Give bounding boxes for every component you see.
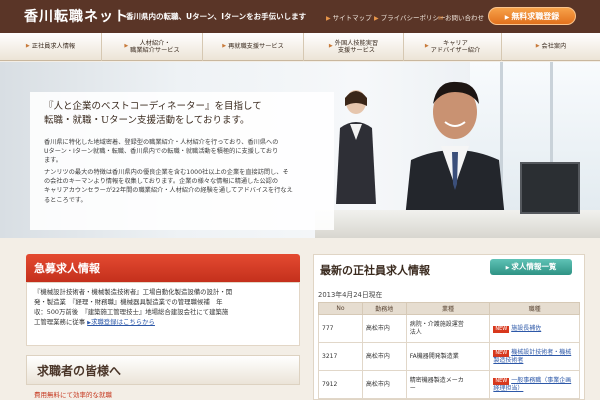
job-number: 7912 [318, 370, 363, 399]
job-location: 高松市内 [361, 342, 407, 371]
sitemap-link[interactable]: ▶ サイトマップ [326, 12, 372, 22]
privacy-policy-link[interactable]: ▶ プライバシーポリシー [374, 12, 446, 22]
background-woman-image [336, 90, 376, 204]
new-badge: NEW [493, 377, 510, 385]
column-header: 勤務地 [361, 302, 407, 315]
triangle-right-icon: ▶ [374, 15, 379, 22]
desk [315, 210, 600, 238]
triangle-right-icon: ▶ [424, 43, 429, 50]
hero-feature-paragraph: ナンリツの最大の特徴は香川県内の優良企業を含む1000社以上の企業を直接訪問し、… [44, 169, 293, 204]
urgent-jobs-header: 急募求人情報 [26, 254, 300, 282]
contact-link[interactable]: ✉ お問い合わせ [438, 12, 484, 22]
new-badge: NEW [493, 325, 510, 333]
job-seekers-subtext: 費用無料にて効率的な就職 [34, 391, 112, 399]
job-list-button[interactable]: ▶ 求人情報一覧 [490, 259, 572, 275]
urgent-job-text: 収：500万前後 『建築施工管理技士』地場総合建設会社にて建築施 [34, 308, 229, 316]
triangle-right-icon: ▶ [222, 43, 227, 50]
global-nav: ▶ 正社員求人情報 ▶ 人材紹介・ 職業紹介サービス ▶ 再就職支援サービス ▶ 外国人技… [0, 33, 600, 61]
monitor-image [520, 162, 580, 214]
job-industry: 精密機器製造メーカー [405, 370, 491, 399]
hero-intro-paragraph: 香川県に特化した地域密着、登録型の職業紹介・人材紹介を行っており、香川県への U… [44, 139, 279, 165]
triangle-right-icon: ▶ [25, 43, 30, 50]
new-badge: NEW [493, 349, 510, 357]
job-industry: 病院・介護施設運営 法人 [405, 314, 491, 343]
nav-item-company[interactable]: ▶ 会社案内 [502, 33, 600, 61]
as-of-date: 2013年4月24日現在 [318, 291, 383, 299]
nav-item-foreign-trainee[interactable]: ▶ 外国人技能実習 支援サービス [304, 33, 404, 61]
triangle-right-icon: ▶ [328, 43, 333, 50]
column-header: 業種 [405, 302, 491, 315]
triangle-right-icon: ▶ [124, 43, 129, 50]
triangle-right-icon: ▶ [505, 265, 510, 271]
site-tagline: 香川県内の転職、Uターン、Iターンをお手伝いします [126, 12, 307, 21]
site-logo[interactable]: 香川転職ネット [24, 6, 129, 26]
job-title-cell: NEW 施設長補佐 [489, 314, 580, 343]
nav-item-job-listings[interactable]: ▶ 正社員求人情報 [0, 33, 102, 61]
column-header: 職種 [489, 302, 580, 315]
urgent-job-text: 工管理業務に従事 ▶求職登録はこちらから [34, 318, 155, 326]
triangle-right-icon: ▶ [326, 15, 331, 22]
job-title-cell: NEW 一般事務職（事業企画 経理担当） [489, 370, 580, 399]
table-row: 3217 高松市内 FA機器開発製造業 NEW 機械設計技術者・機械 製造技術者 [318, 342, 580, 371]
table-row: 777 高松市内 病院・介護施設運営 法人 NEW 施設長補佐 [318, 314, 580, 343]
job-location: 高松市内 [361, 370, 407, 399]
nav-item-placement-service[interactable]: ▶ 人材紹介・ 職業紹介サービス [102, 33, 203, 61]
urgent-job-text: 『機械設計技術者・機械製造技術者』工場自動化製造設備の設計・開 [34, 288, 233, 296]
nav-item-reemployment[interactable]: ▶ 再就職支援サービス [203, 33, 304, 61]
nav-item-career-advisors[interactable]: ▶ キャリア アドバイザー紹介 [404, 33, 502, 61]
table-header-row: No 勤務地 業種 職種 [318, 302, 580, 315]
job-registration-link[interactable]: ▶求職登録はこちらから [87, 318, 155, 326]
triangle-right-icon: ▶ [535, 43, 540, 50]
mail-icon: ✉ [438, 15, 444, 22]
job-seekers-header: 求職者の皆様へ [26, 355, 300, 385]
job-number: 3217 [318, 342, 363, 371]
job-title-cell: NEW 機械設計技術者・機械 製造技術者 [489, 342, 580, 371]
triangle-right-icon: ▶ [504, 14, 510, 21]
job-title-link[interactable]: 施設長補佐 [511, 325, 541, 332]
latest-jobs-table: No 勤務地 業種 職種 777 高松市内 病院・介護施設運営 法人 NEW 施設長… [318, 302, 580, 399]
job-industry: FA機器開発製造業 [405, 342, 491, 371]
hero-title: 『人と企業のベストコーディネーター』を目指して 転職・就職・Uターン支援活動をし… [44, 101, 262, 126]
site-header: 香川転職ネット 香川県内の転職、Uターン、Iターンをお手伝いします ▶ サイトマッ… [0, 0, 600, 33]
table-row: 7912 高松市内 精密機器製造メーカー NEW 一般事務職（事業企画 経理担当） [318, 370, 580, 399]
job-location: 高松市内 [361, 314, 407, 343]
latest-jobs-title: 最新の正社員求人情報 [320, 264, 430, 277]
free-registration-button[interactable]: ▶ 無料求職登録 [488, 7, 576, 25]
job-number: 777 [318, 314, 363, 343]
column-header: No [318, 302, 363, 315]
urgent-job-text: 発・製造業 『経理・財務職』機械器具製造業での管理職候補 年 [34, 298, 223, 306]
